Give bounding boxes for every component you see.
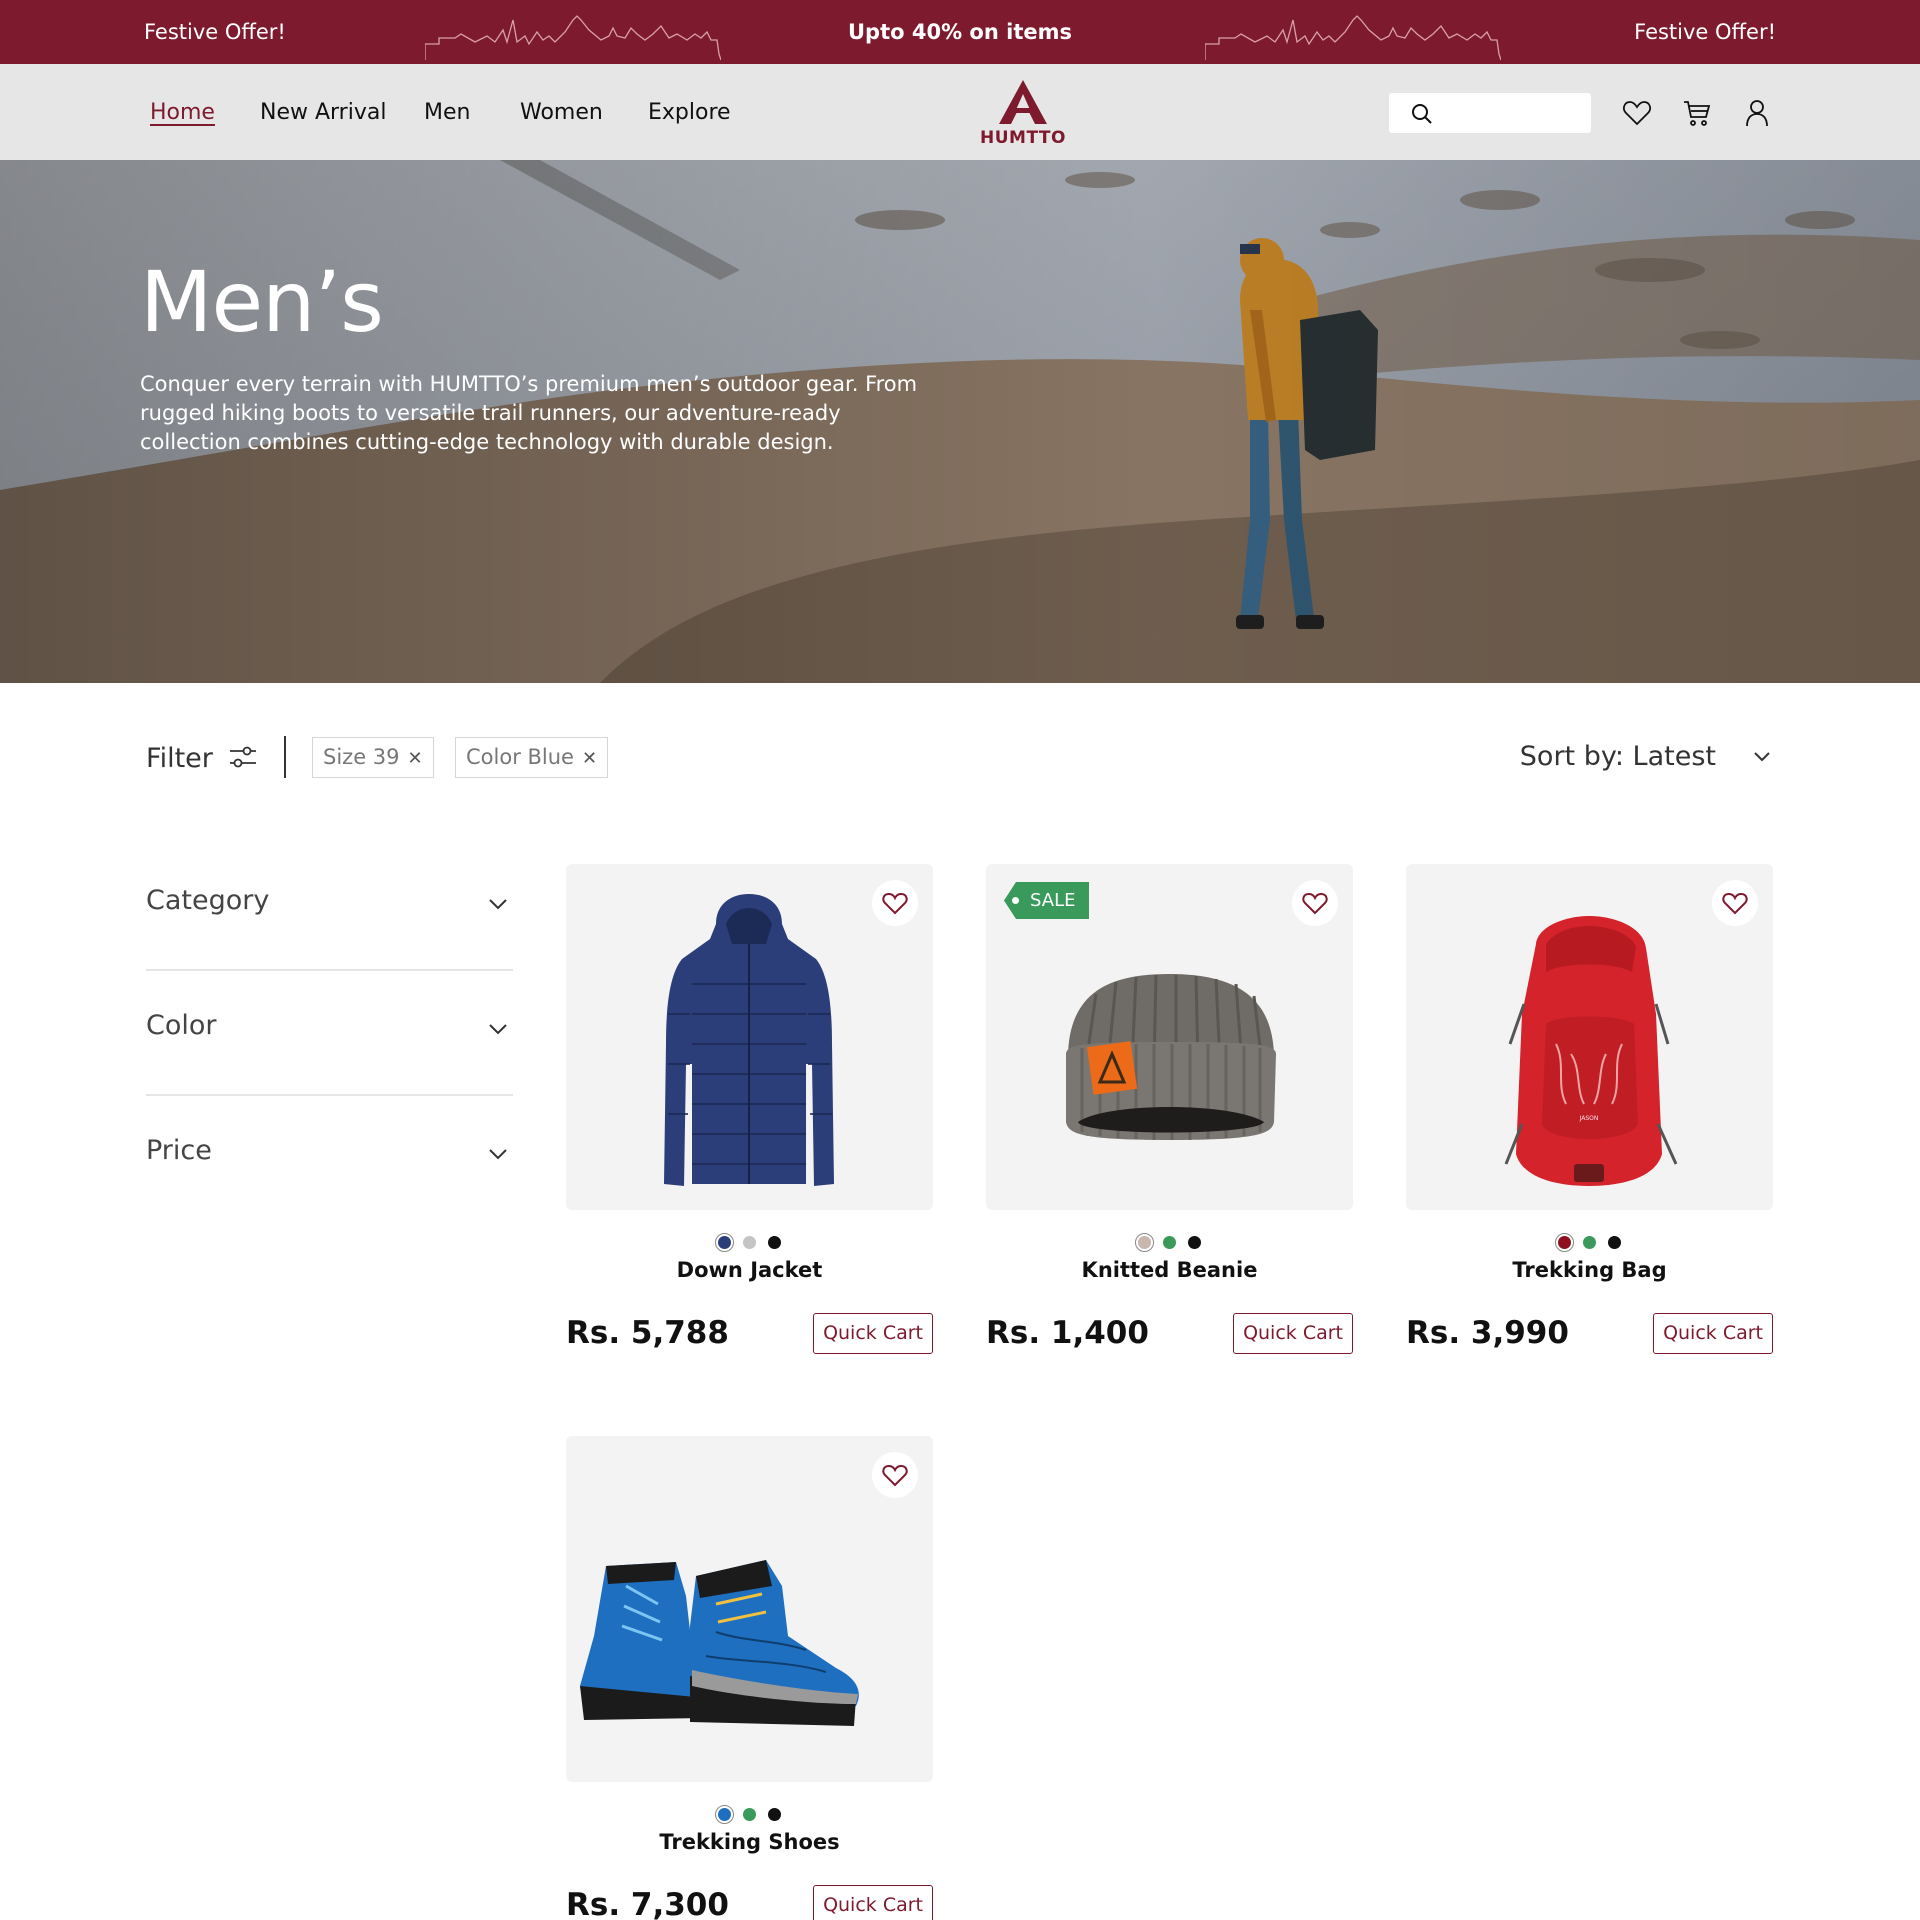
color-swatch[interactable] [715, 1805, 734, 1824]
close-icon[interactable]: ✕ [582, 748, 597, 769]
color-swatch[interactable] [1163, 1236, 1176, 1249]
heart-icon [882, 1464, 908, 1487]
accordion-color[interactable]: Color [146, 971, 513, 1096]
chevron-down-icon [489, 899, 507, 910]
wishlist-button[interactable] [872, 1452, 918, 1498]
sort-dropdown[interactable]: Sort by: Latest [1520, 740, 1716, 774]
color-swatches [986, 1232, 1353, 1252]
hero-description: Conquer every terrain with HUMTTO’s prem… [140, 372, 918, 454]
accordion-label: Price [146, 1135, 212, 1166]
quick-cart-button[interactable]: Quick Cart [813, 1313, 933, 1354]
product-image[interactable] [566, 864, 933, 1210]
quick-cart-button[interactable]: Quick Cart [1233, 1313, 1353, 1354]
color-swatch[interactable] [1135, 1233, 1154, 1252]
brand-mark-icon [999, 80, 1047, 124]
brand-logo[interactable]: HUMTTO [975, 78, 1071, 148]
chevron-down-icon[interactable] [1752, 746, 1772, 766]
color-swatch[interactable] [768, 1808, 781, 1821]
product-price: Rs. 5,788 [566, 1315, 729, 1351]
wishlist-button[interactable] [1292, 880, 1338, 926]
hero-banner: Men’s Conquer every terrain with HUMTTO’… [0, 160, 1920, 683]
page-title: Men’s [140, 253, 384, 351]
color-swatch[interactable] [743, 1236, 756, 1249]
color-swatches [566, 1804, 933, 1824]
search-input[interactable] [1443, 99, 1583, 127]
color-swatch[interactable] [1608, 1236, 1621, 1249]
chip-label: Color Blue [466, 745, 574, 769]
search-box[interactable] [1389, 93, 1591, 133]
filter-sliders-icon[interactable] [228, 742, 258, 772]
promo-bar: Festive Offer! Upto 40% on items Festive… [0, 0, 1920, 64]
chevron-down-icon [489, 1024, 507, 1035]
chip-label: Size 39 [323, 745, 400, 769]
product-price: Rs. 1,400 [986, 1315, 1149, 1351]
heart-icon [1722, 892, 1748, 915]
active-filter-chip-color[interactable]: Color Blue ✕ [455, 737, 609, 778]
color-swatch[interactable] [715, 1233, 734, 1252]
close-icon[interactable]: ✕ [408, 748, 423, 769]
color-swatch[interactable] [768, 1236, 781, 1249]
product-name[interactable]: Trekking Shoes [566, 1828, 933, 1856]
active-filter-chip-size[interactable]: Size 39 ✕ [312, 737, 434, 778]
nav-link-explore[interactable]: Explore [648, 100, 731, 126]
heart-icon [1302, 892, 1328, 915]
color-swatches [566, 1232, 933, 1252]
wishlist-heart-icon[interactable] [1622, 98, 1652, 128]
accordion-label: Category [146, 885, 270, 916]
color-swatches [1406, 1232, 1773, 1252]
nav-link-men[interactable]: Men [424, 100, 470, 126]
product-name[interactable]: Trekking Bag [1406, 1256, 1773, 1284]
product-price: Rs. 7,300 [566, 1887, 729, 1920]
color-swatch[interactable] [1583, 1236, 1596, 1249]
cart-icon[interactable] [1682, 98, 1712, 128]
product-image[interactable]: JASON [1406, 864, 1773, 1210]
product-image[interactable] [566, 1436, 933, 1782]
promo-text-center: Upto 40% on items [848, 20, 1072, 44]
nav-link-women[interactable]: Women [520, 100, 603, 126]
product-name[interactable]: Knitted Beanie [986, 1256, 1353, 1284]
product-image[interactable]: SALE [986, 864, 1353, 1210]
search-icon [1412, 104, 1432, 124]
wishlist-button[interactable] [1712, 880, 1758, 926]
quick-cart-button[interactable]: Quick Cart [1653, 1313, 1773, 1354]
product-price: Rs. 3,990 [1406, 1315, 1569, 1351]
filter-label[interactable]: Filter [146, 743, 213, 775]
chevron-down-icon [489, 1149, 507, 1160]
accordion-label: Color [146, 1010, 217, 1041]
wishlist-button[interactable] [872, 880, 918, 926]
quick-cart-button[interactable]: Quick Cart [813, 1885, 933, 1920]
color-swatch[interactable] [743, 1808, 756, 1821]
main-nav: Home New Arrival Men Women Explore HUMTT… [0, 64, 1920, 160]
brand-wordmark: HUMTTO [980, 128, 1066, 148]
accordion-price[interactable]: Price [146, 1096, 513, 1221]
heart-icon [882, 892, 908, 915]
promo-text-right: Festive Offer! [1634, 20, 1776, 44]
svg-text:JASON: JASON [1579, 1115, 1599, 1122]
color-swatch[interactable] [1188, 1236, 1201, 1249]
product-name[interactable]: Down Jacket [566, 1256, 933, 1284]
nav-link-new-arrival[interactable]: New Arrival [260, 100, 386, 126]
filter-divider [284, 736, 286, 778]
accordion-category[interactable]: Category [146, 846, 513, 971]
nav-link-home[interactable]: Home [150, 100, 215, 126]
color-swatch[interactable] [1555, 1233, 1574, 1252]
sale-badge: SALE [1004, 882, 1090, 919]
skyline-illustration [1205, 15, 1501, 61]
user-account-icon[interactable] [1742, 98, 1772, 128]
